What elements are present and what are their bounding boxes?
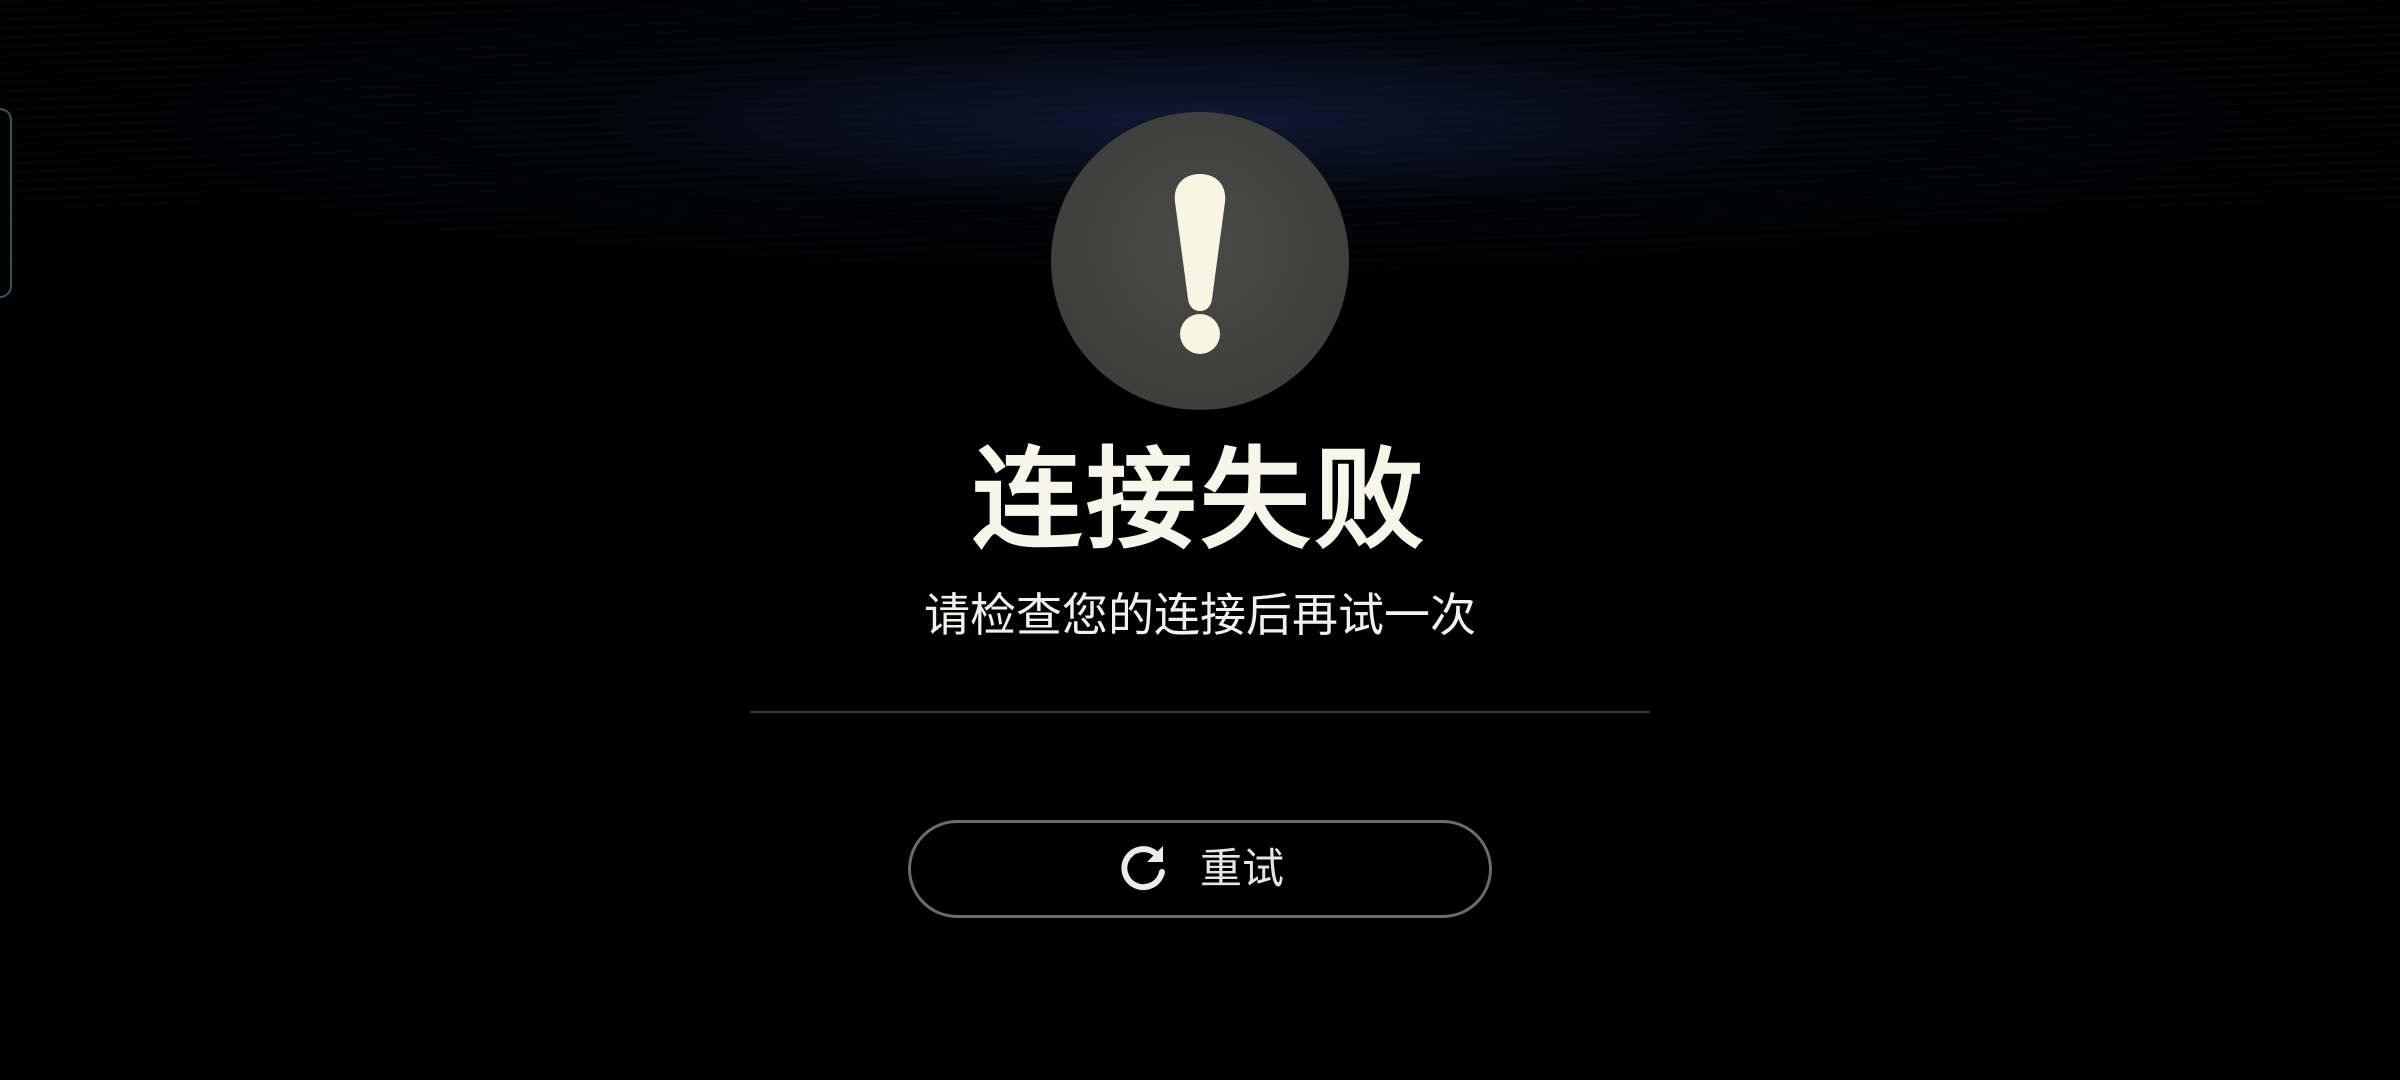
divider xyxy=(750,711,1650,713)
error-title: 连接失败 xyxy=(972,436,1428,564)
error-message: 请检查您的连接后再试一次 xyxy=(924,588,1476,642)
side-panel-handle[interactable] xyxy=(0,108,12,298)
exclamation-icon xyxy=(1051,112,1349,410)
retry-button[interactable]: 重试 xyxy=(908,820,1492,918)
connection-error-screen: 连接失败 请检查您的连接后再试一次 重试 xyxy=(0,0,2400,1080)
refresh-icon xyxy=(1116,842,1170,896)
retry-label: 重试 xyxy=(1199,844,1284,893)
